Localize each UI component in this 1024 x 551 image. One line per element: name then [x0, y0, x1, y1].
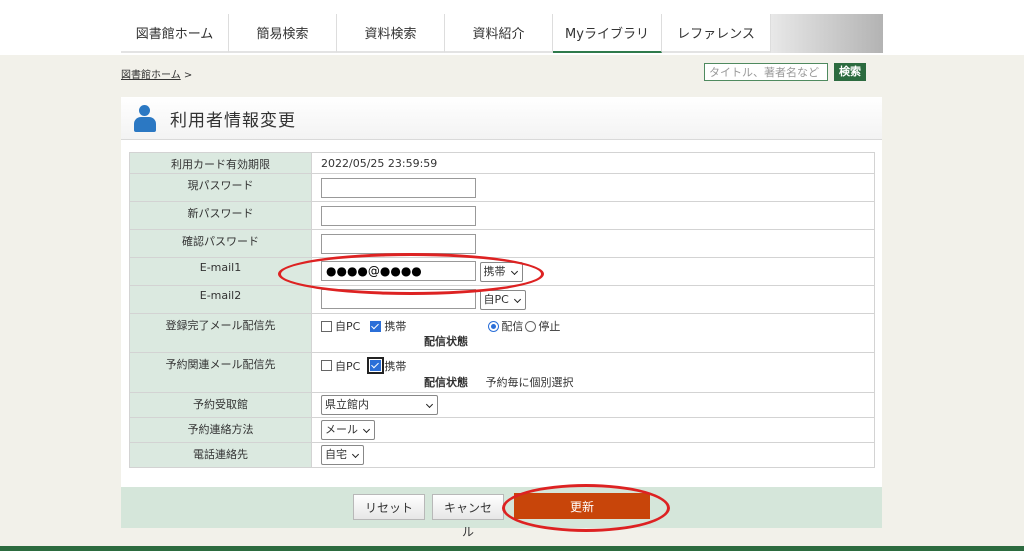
form-row-current-password: 現パスワード	[129, 173, 875, 202]
confirm-password-field[interactable]	[321, 233, 476, 254]
bottom-border	[0, 546, 1024, 551]
main-nav: 図書館ホーム 簡易検索 資料検索 資料紹介 Myライブラリ レファレンス	[121, 14, 883, 53]
nav-filler	[771, 14, 883, 53]
user-info-form: 利用カード有効期限 2022/05/25 23:59:59 現パスワード 新パス…	[129, 152, 875, 468]
reservation-pc-label: 自PC	[335, 359, 361, 373]
card-expiry-label: 利用カード有効期限	[129, 152, 312, 174]
contact-method-label: 予約連絡方法	[129, 417, 312, 443]
registration-deliver-radio[interactable]	[488, 320, 500, 332]
confirm-password-label: 確認パスワード	[129, 229, 312, 258]
current-password-field[interactable]	[321, 177, 476, 198]
email1-label: E-mail1	[129, 257, 312, 286]
form-row-card-expiry: 利用カード有効期限 2022/05/25 23:59:59	[129, 152, 875, 174]
registration-mobile-checkbox[interactable]	[370, 320, 382, 332]
email2-label: E-mail2	[129, 285, 312, 314]
nav-library-home[interactable]: 図書館ホーム	[121, 14, 229, 53]
nav-my-library[interactable]: Myライブラリ	[553, 14, 662, 53]
breadcrumb: 図書館ホーム >	[121, 66, 192, 81]
form-row-contact-method: 予約連絡方法 メール	[129, 417, 875, 443]
registration-pc-checkbox[interactable]	[321, 320, 332, 332]
update-button[interactable]: 更新	[514, 493, 650, 519]
email1-field[interactable]	[321, 261, 476, 281]
breadcrumb-separator: >	[183, 70, 193, 81]
nav-material-intro[interactable]: 資料紹介	[445, 14, 553, 53]
pickup-library-select[interactable]: 県立館内	[321, 395, 438, 415]
form-row-pickup-library: 予約受取館 県立館内	[129, 392, 875, 418]
form-row-email2: E-mail2 自PC	[129, 285, 875, 314]
user-icon	[134, 103, 156, 133]
reservation-mobile-label: 携帯	[384, 359, 407, 373]
registration-mobile-label: 携帯	[384, 320, 407, 333]
breadcrumb-home-link[interactable]: 図書館ホーム	[121, 70, 181, 81]
panel-header: 利用者情報変更	[121, 97, 882, 140]
main-panel: 利用者情報変更 利用カード有効期限 2022/05/25 23:59:59 現パ…	[121, 97, 882, 539]
card-expiry-value: 2022/05/25 23:59:59	[311, 152, 875, 174]
email1-type-select[interactable]: 携帯	[479, 262, 523, 282]
nav-simple-search[interactable]: 簡易検索	[229, 14, 337, 53]
form-footer: リセット キャンセル 更新	[121, 487, 882, 539]
reservation-pc-checkbox[interactable]	[321, 360, 332, 371]
new-password-label: 新パスワード	[129, 201, 312, 230]
nav-reference[interactable]: レファレンス	[662, 14, 771, 53]
registration-deliver-label: 配信	[501, 320, 524, 333]
form-row-phone-contact: 電話連絡先 自宅	[129, 442, 875, 468]
form-row-reservation-mail: 予約関連メール配信先 自PC 携帯 配信状態 予約毎に個別選択	[129, 352, 875, 393]
search-input[interactable]	[704, 63, 828, 81]
email2-field[interactable]	[321, 289, 476, 309]
reservation-status-label: 配信状態	[424, 375, 468, 389]
phone-contact-select[interactable]: 自宅	[321, 445, 364, 465]
form-row-confirm-password: 確認パスワード	[129, 229, 875, 258]
form-row-registration-mail: 登録完了メール配信先 自PC 携帯 配信 停止 配信状態	[129, 313, 875, 353]
registration-status-label: 配信状態	[424, 335, 468, 348]
form-row-email1: E-mail1 携帯	[129, 257, 875, 286]
phone-contact-label: 電話連絡先	[129, 442, 312, 468]
email2-type-select[interactable]: 自PC	[479, 290, 526, 310]
new-password-field[interactable]	[321, 205, 476, 226]
reservation-status-value: 予約毎に個別選択	[485, 375, 574, 389]
registration-mail-label: 登録完了メール配信先	[129, 313, 312, 353]
form-row-new-password: 新パスワード	[129, 201, 875, 230]
cancel-button[interactable]: キャンセル	[432, 494, 504, 539]
pickup-library-label: 予約受取館	[129, 392, 312, 418]
nav-material-search[interactable]: 資料検索	[337, 14, 445, 53]
reset-button[interactable]: リセット	[353, 494, 425, 520]
search-button[interactable]: 検索	[834, 63, 866, 81]
page-title: 利用者情報変更	[170, 110, 296, 131]
reservation-mail-label: 予約関連メール配信先	[129, 352, 312, 393]
registration-stop-radio[interactable]	[525, 320, 537, 332]
contact-method-select[interactable]: メール	[321, 420, 375, 440]
registration-stop-label: 停止	[538, 320, 561, 333]
reservation-mobile-checkbox[interactable]	[367, 357, 385, 374]
current-password-label: 現パスワード	[129, 173, 312, 202]
registration-pc-label: 自PC	[335, 320, 361, 333]
